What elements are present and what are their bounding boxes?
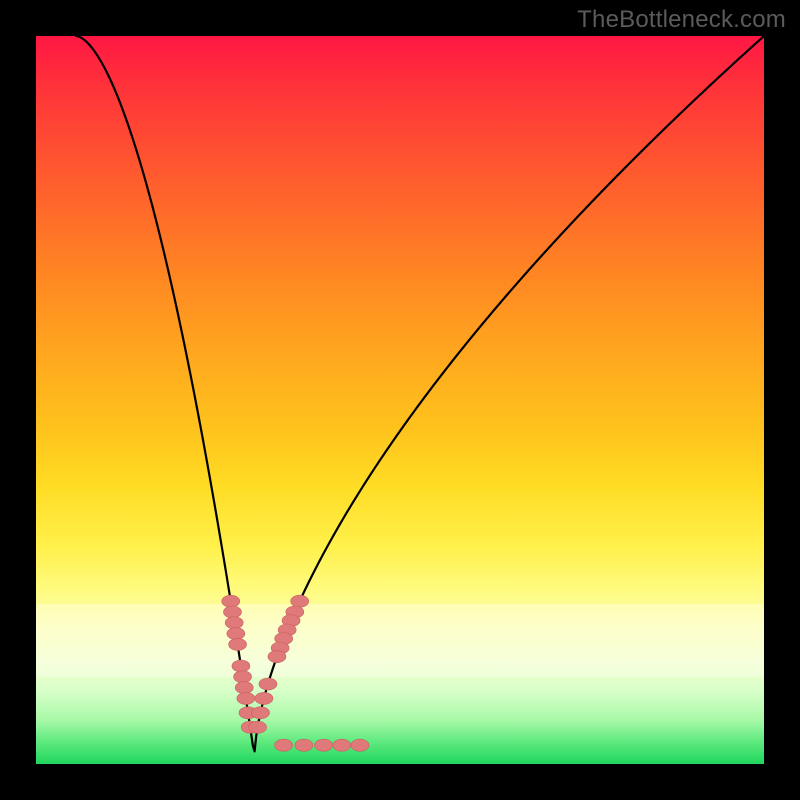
bead-marker xyxy=(255,692,273,704)
bead-markers xyxy=(222,595,369,751)
bead-marker xyxy=(268,651,286,663)
bead-marker xyxy=(227,628,245,640)
bead-marker xyxy=(232,660,250,672)
bead-marker xyxy=(333,739,351,751)
stage: TheBottleneck.com xyxy=(0,0,800,800)
bead-marker xyxy=(315,739,333,751)
bead-marker xyxy=(251,707,269,719)
plot-svg xyxy=(36,36,764,764)
bottleneck-curve xyxy=(76,36,764,751)
bead-marker xyxy=(223,606,241,618)
bead-marker xyxy=(237,692,255,704)
bead-marker xyxy=(259,678,277,690)
plot-frame xyxy=(36,36,764,764)
watermark-text: TheBottleneck.com xyxy=(577,6,786,34)
bead-marker xyxy=(291,595,309,607)
bead-marker xyxy=(351,739,369,751)
bead-marker xyxy=(235,682,253,694)
bead-marker xyxy=(275,739,293,751)
bead-marker xyxy=(229,638,247,650)
bead-marker xyxy=(222,595,240,607)
bead-marker xyxy=(249,721,267,733)
bead-marker xyxy=(295,739,313,751)
bead-marker xyxy=(234,671,252,683)
bead-marker xyxy=(225,617,243,629)
